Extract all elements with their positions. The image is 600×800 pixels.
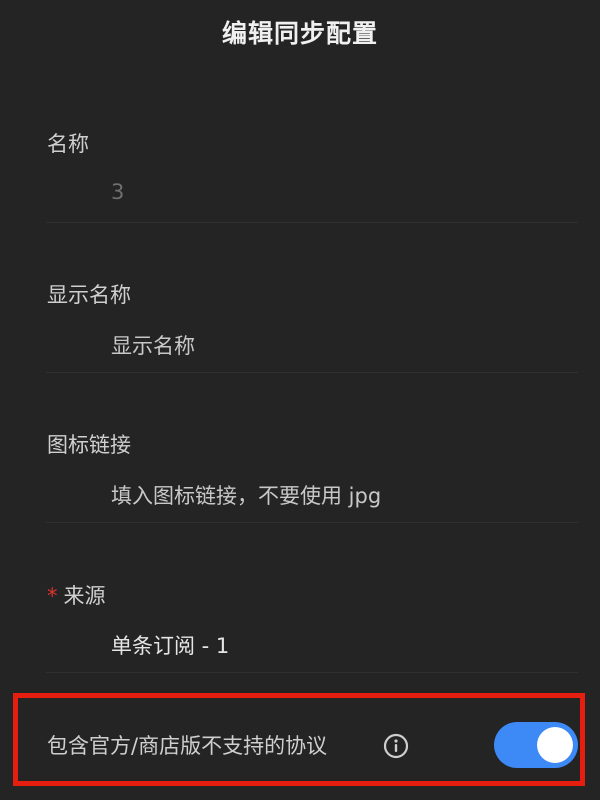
icon-link-label: 图标链接	[47, 433, 131, 457]
toggle-knob	[537, 727, 573, 763]
divider	[46, 522, 578, 523]
required-mark: *	[47, 584, 58, 608]
edit-sync-config-page: 编辑同步配置 名称 3 显示名称 显示名称 图标链接 填入图标链接，不要使用 j…	[0, 0, 600, 800]
divider	[46, 672, 578, 673]
divider	[46, 372, 578, 373]
source-label-text: 来源	[63, 584, 106, 608]
name-input[interactable]: 3	[111, 180, 124, 204]
name-label: 名称	[47, 132, 89, 156]
display-name-label: 显示名称	[47, 283, 131, 307]
source-label: * 来源	[47, 580, 106, 610]
source-select[interactable]: 单条订阅 - 1	[111, 630, 229, 660]
icon-link-input[interactable]: 填入图标链接，不要使用 jpg	[111, 480, 381, 510]
include-unsupported-protocols-toggle[interactable]	[494, 722, 578, 768]
divider	[46, 222, 578, 223]
info-circle-icon[interactable]	[383, 733, 409, 759]
include-unsupported-protocols-label: 包含官方/商店版不支持的协议	[47, 734, 328, 758]
page-title: 编辑同步配置	[221, 19, 378, 48]
display-name-input[interactable]: 显示名称	[111, 330, 195, 360]
